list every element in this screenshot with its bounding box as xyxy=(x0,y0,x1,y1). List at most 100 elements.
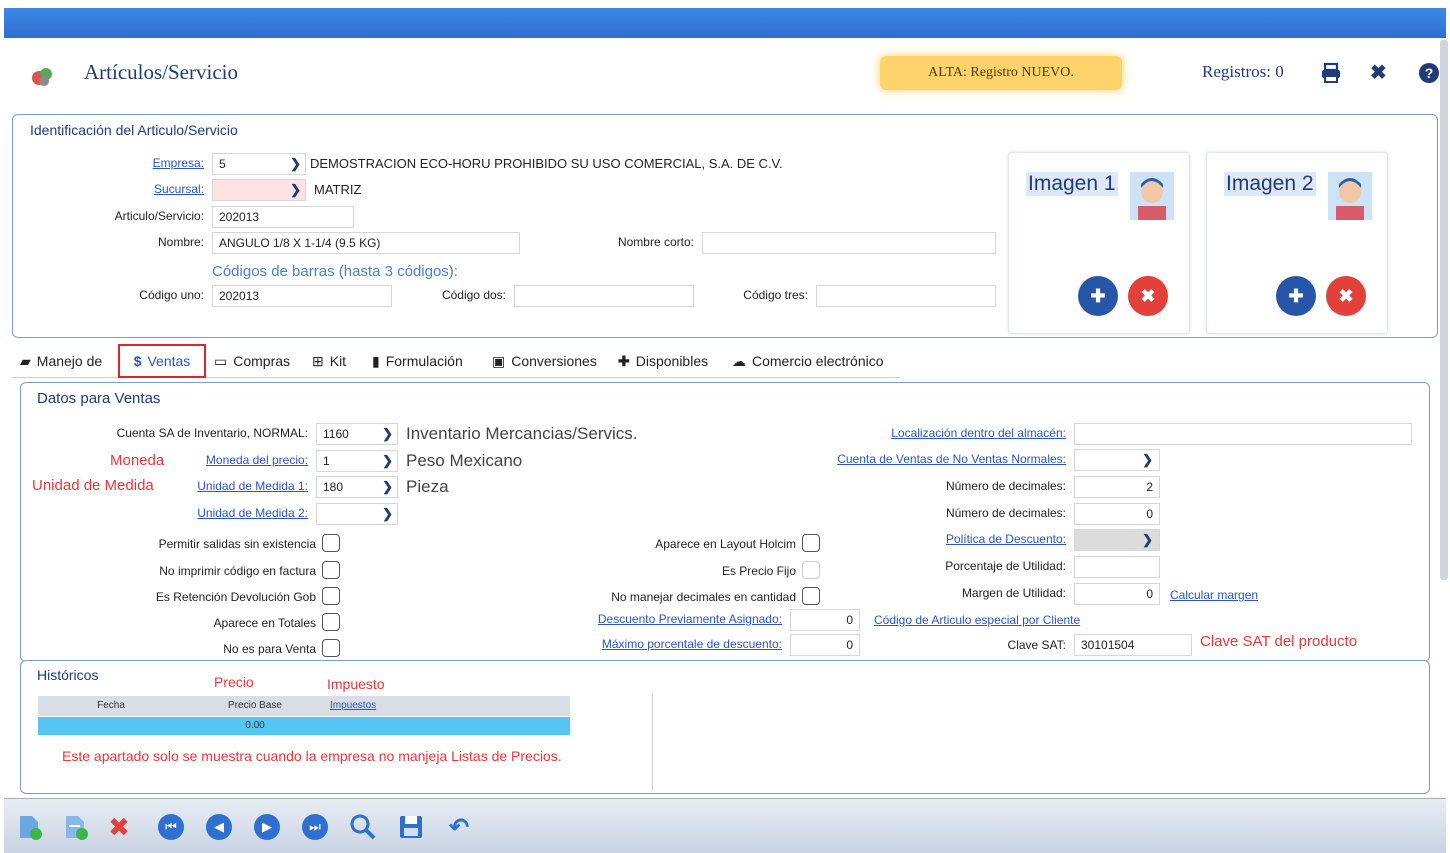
last-record-button[interactable]: ⏭ xyxy=(300,812,330,842)
noventa-checkbox[interactable] xyxy=(322,639,340,657)
status-badge: ALTA: Registro NUEVO. xyxy=(880,56,1122,90)
tab-label: Ventas xyxy=(147,353,191,369)
retencion-checkbox[interactable] xyxy=(322,587,340,605)
tab-compras[interactable]: ▭ Compras xyxy=(214,344,290,378)
desc-prev-input[interactable]: 0 xyxy=(790,609,860,631)
first-record-button[interactable]: ⏮ xyxy=(156,812,186,842)
help-icon[interactable]: ? xyxy=(1418,62,1440,84)
codigo-uno-input[interactable]: 202013 xyxy=(212,285,392,307)
scrollbar[interactable] xyxy=(1440,40,1448,580)
undo-icon[interactable]: ↶ xyxy=(444,812,474,842)
image1-delete-button[interactable]: ✖ xyxy=(1128,276,1168,316)
margen-input[interactable]: 0 xyxy=(1074,583,1160,605)
table-row[interactable] xyxy=(38,717,184,735)
unidad1-value: 180 xyxy=(323,480,344,494)
codigo-dos-input[interactable] xyxy=(514,285,694,307)
tab-kit[interactable]: ⊞ Kit xyxy=(312,344,346,378)
moneda-value: 1 xyxy=(323,454,330,468)
localizacion-label[interactable]: Localización dentro del almacén: xyxy=(820,426,1066,440)
sitemap-icon: ⊞ xyxy=(312,352,324,369)
nodecimales-checkbox[interactable] xyxy=(802,587,820,605)
tab-conversiones[interactable]: ▣ Conversiones xyxy=(492,344,597,378)
porcentaje-input[interactable] xyxy=(1074,556,1160,578)
chevron-down-icon: ❯ xyxy=(382,479,393,494)
empresa-value: 5 xyxy=(219,157,226,171)
next-record-button[interactable]: ▶ xyxy=(252,812,282,842)
new-document-icon[interactable] xyxy=(14,812,44,842)
moneda-select[interactable]: 1 ❯ xyxy=(316,450,398,472)
empresa-label[interactable]: Empresa: xyxy=(100,156,204,170)
politica-label[interactable]: Política de Descuento: xyxy=(860,532,1066,546)
records-count: Registros: 0 xyxy=(1202,62,1284,81)
chevron-down-icon: ❯ xyxy=(290,156,301,171)
articulo-label: Articulo/Servicio: xyxy=(114,209,204,223)
image2-title: Imagen 2 xyxy=(1224,172,1316,196)
preciofijo-checkbox[interactable] xyxy=(802,561,820,579)
decimales2-label: Número de decimales: xyxy=(945,506,1066,520)
preciofijo-label: Es Precio Fijo xyxy=(721,564,796,578)
nombre-corto-label: Nombre corto: xyxy=(617,235,694,249)
page-title: Artículos/Servicio xyxy=(84,60,238,84)
permitir-checkbox[interactable] xyxy=(322,534,340,552)
previous-record-button[interactable]: ◀ xyxy=(204,812,234,842)
close-icon[interactable]: ✖ xyxy=(1370,60,1387,85)
print-icon[interactable] xyxy=(1320,62,1342,84)
money-icon: ▭ xyxy=(214,352,228,369)
nombre-corto-input[interactable] xyxy=(702,232,996,254)
margen-label: Margen de Utilidad: xyxy=(961,586,1066,600)
save-icon[interactable] xyxy=(396,812,426,842)
max-desc-input[interactable]: 0 xyxy=(790,634,860,656)
tab-disponibles[interactable]: ✚ Disponibles xyxy=(618,344,708,378)
retencion-label: Es Retención Devolución Gob xyxy=(155,590,316,604)
moneda-label[interactable]: Moneda del precio: xyxy=(180,453,308,467)
sucursal-label[interactable]: Sucursal: xyxy=(100,182,204,196)
decimales2-input[interactable]: 0 xyxy=(1074,503,1160,525)
tab-manejo[interactable]: ▰ Manejo de xyxy=(20,344,102,378)
search-icon[interactable] xyxy=(348,812,378,842)
politica-select[interactable]: ❯ xyxy=(1074,529,1160,551)
cuenta-noventas-label[interactable]: Cuenta de Ventas de No Ventas Normales: xyxy=(780,452,1066,466)
localizacion-input[interactable] xyxy=(1074,423,1412,445)
chevron-down-icon: ❯ xyxy=(1142,532,1153,547)
unidad2-select[interactable]: ❯ xyxy=(316,503,398,525)
image2-add-button[interactable]: ✚ xyxy=(1276,276,1316,316)
decimales1-input[interactable]: 2 xyxy=(1074,476,1160,498)
image1-add-button[interactable]: ✚ xyxy=(1078,276,1118,316)
empresa-select[interactable]: 5 ❯ xyxy=(212,153,306,175)
copy-document-icon[interactable] xyxy=(60,812,90,842)
unidad1-label[interactable]: Unidad de Medida 1: xyxy=(170,479,308,493)
col-impuestos[interactable]: Impuestos xyxy=(326,696,570,716)
tab-label: Compras xyxy=(233,353,291,369)
layout-checkbox[interactable] xyxy=(802,534,820,552)
nombre-input[interactable]: ANGULO 1/8 X 1-1/4 (9.5 KG) xyxy=(212,232,520,254)
desc-prev-label[interactable]: Descuento Previamente Asignado: xyxy=(560,612,782,626)
articulo-input[interactable]: 202013 xyxy=(212,206,354,228)
sucursal-select[interactable]: ❯ xyxy=(212,179,306,201)
calcular-margen-link[interactable]: Calcular margen xyxy=(1170,588,1258,602)
row-precio[interactable]: 0.00 xyxy=(184,717,326,735)
app-logo-icon xyxy=(32,68,52,86)
title-bar xyxy=(4,8,1446,38)
max-desc-label[interactable]: Máximo porcentale de descuento: xyxy=(560,637,782,651)
col-precio: Precio Base xyxy=(184,696,326,716)
moneda-annotation: Moneda xyxy=(110,452,165,469)
totales-checkbox[interactable] xyxy=(322,613,340,631)
unidad2-label[interactable]: Unidad de Medida 2: xyxy=(170,506,308,520)
delete-icon[interactable]: ✖ xyxy=(104,812,134,842)
porcentaje-label: Porcentaje de Utilidad: xyxy=(945,559,1066,573)
clave-sat-input[interactable]: 30101504 xyxy=(1074,634,1192,656)
cuenta-noventas-select[interactable]: ❯ xyxy=(1074,449,1160,471)
precio-annotation: Precio xyxy=(214,674,254,690)
first-icon: ⏮ xyxy=(158,814,184,840)
tab-label: Comercio electrónico xyxy=(752,353,884,369)
image2-delete-button[interactable]: ✖ xyxy=(1326,276,1366,316)
noimprimir-checkbox[interactable] xyxy=(322,561,340,579)
cuenta-select[interactable]: 1160 ❯ xyxy=(316,423,398,445)
tab-ventas[interactable]: $ Ventas xyxy=(118,344,206,378)
tab-formulacion[interactable]: ▮ Formulación xyxy=(372,344,463,378)
tab-comercio[interactable]: ☁ Comercio electrónico xyxy=(732,344,884,378)
unidad1-select[interactable]: 180 ❯ xyxy=(316,476,398,498)
codigo-cliente-link[interactable]: Código de Articulo especial por Cliente xyxy=(874,613,1080,627)
codigo-tres-input[interactable] xyxy=(816,285,996,307)
row-impuestos[interactable] xyxy=(326,717,570,735)
